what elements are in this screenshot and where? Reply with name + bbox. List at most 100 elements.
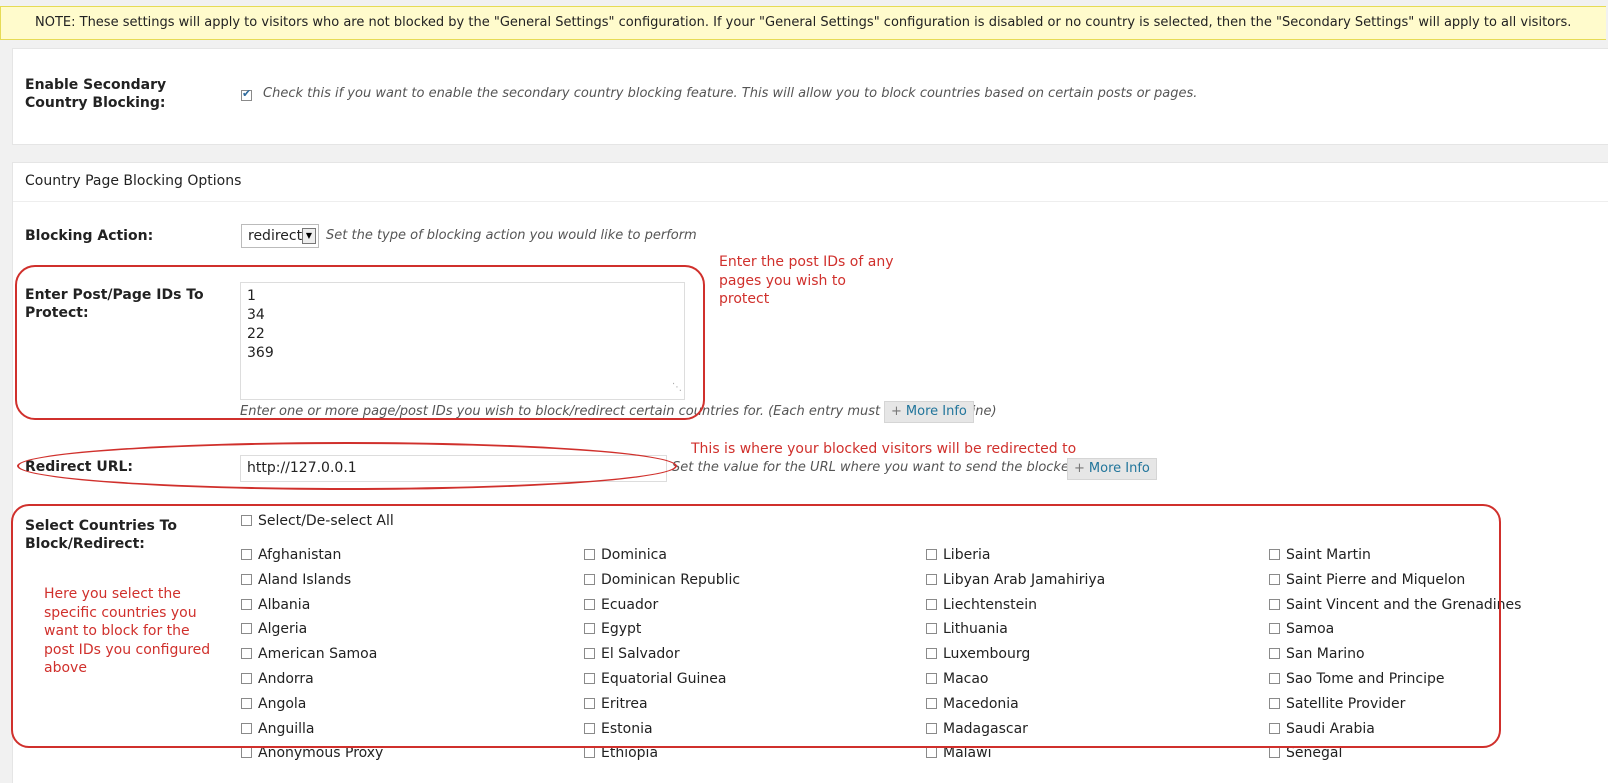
- country-checkbox[interactable]: [1269, 723, 1280, 734]
- country-checkbox[interactable]: [241, 673, 252, 684]
- country-checkbox[interactable]: [241, 623, 252, 634]
- country-label: Dominican Republic: [601, 572, 741, 588]
- country-checkbox[interactable]: [584, 648, 595, 659]
- country-option[interactable]: Eritrea: [584, 695, 648, 713]
- country-option[interactable]: Ecuador: [584, 596, 658, 614]
- country-option[interactable]: Samoa: [1269, 620, 1334, 638]
- country-checkbox[interactable]: [926, 747, 937, 758]
- country-label: Luxembourg: [943, 646, 1031, 662]
- country-checkbox[interactable]: [241, 648, 252, 659]
- country-option[interactable]: Luxembourg: [926, 645, 1030, 663]
- country-option[interactable]: Equatorial Guinea: [584, 670, 726, 688]
- country-checkbox[interactable]: [241, 549, 252, 560]
- country-checkbox[interactable]: [1269, 648, 1280, 659]
- country-label: Macao: [943, 671, 989, 687]
- country-option[interactable]: Macedonia: [926, 695, 1019, 713]
- redirect-url-input[interactable]: http://127.0.0.1: [240, 455, 667, 482]
- country-checkbox[interactable]: [584, 747, 595, 758]
- select-all-toggle[interactable]: Select/De-select All: [241, 512, 394, 530]
- country-option[interactable]: Afghanistan: [241, 546, 341, 564]
- country-option[interactable]: Ethiopia: [584, 744, 658, 762]
- country-option[interactable]: Albania: [241, 596, 310, 614]
- country-option[interactable]: Egypt: [584, 620, 641, 638]
- country-option[interactable]: Sao Tome and Principe: [1269, 670, 1445, 688]
- country-checkbox[interactable]: [926, 648, 937, 659]
- country-checkbox[interactable]: [1269, 599, 1280, 610]
- country-option[interactable]: Anonymous Proxy: [241, 744, 383, 762]
- country-checkbox[interactable]: [584, 673, 595, 684]
- country-option[interactable]: American Samoa: [241, 645, 377, 663]
- country-checkbox[interactable]: [926, 673, 937, 684]
- country-option[interactable]: Saint Vincent and the Grenadines: [1269, 596, 1521, 614]
- country-checkbox[interactable]: [1269, 549, 1280, 560]
- country-checkbox[interactable]: [584, 698, 595, 709]
- country-label: Malawi: [943, 745, 992, 761]
- blocking-action-select[interactable]: redirect ▼: [241, 224, 319, 248]
- country-label: Anguilla: [258, 721, 315, 737]
- country-option[interactable]: Angola: [241, 695, 306, 713]
- country-label: Madagascar: [943, 721, 1028, 737]
- country-checkbox[interactable]: [926, 599, 937, 610]
- country-checkbox[interactable]: [926, 723, 937, 734]
- notice-banner: NOTE: These settings will apply to visit…: [0, 6, 1606, 40]
- country-label: Macedonia: [943, 696, 1019, 712]
- country-option[interactable]: Algeria: [241, 620, 307, 638]
- country-checkbox[interactable]: [241, 747, 252, 758]
- country-option[interactable]: Andorra: [241, 670, 314, 688]
- country-checkbox[interactable]: [584, 723, 595, 734]
- country-option[interactable]: Malawi: [926, 744, 991, 762]
- select-all-checkbox[interactable]: [241, 515, 252, 526]
- country-option[interactable]: San Marino: [1269, 645, 1365, 663]
- country-checkbox[interactable]: [1269, 698, 1280, 709]
- country-option[interactable]: Satellite Provider: [1269, 695, 1405, 713]
- country-checkbox[interactable]: [1269, 747, 1280, 758]
- country-option[interactable]: Saint Martin: [1269, 546, 1371, 564]
- country-checkbox[interactable]: [584, 549, 595, 560]
- enable-secondary-checkbox[interactable]: [241, 87, 252, 101]
- country-checkbox[interactable]: [241, 574, 252, 585]
- country-option[interactable]: El Salvador: [584, 645, 680, 663]
- country-option[interactable]: Saint Pierre and Miquelon: [1269, 571, 1465, 589]
- country-label: Saudi Arabia: [1286, 721, 1375, 737]
- country-option[interactable]: Estonia: [584, 720, 653, 738]
- country-option[interactable]: Liberia: [926, 546, 990, 564]
- blocking-action-value: redirect: [248, 228, 303, 244]
- post-ids-more-info-button[interactable]: + More Info: [884, 401, 974, 423]
- country-checkbox[interactable]: [926, 549, 937, 560]
- country-option[interactable]: Aland Islands: [241, 571, 351, 589]
- country-checkbox[interactable]: [1269, 623, 1280, 634]
- country-checkbox[interactable]: [926, 623, 937, 634]
- country-label: Eritrea: [601, 696, 648, 712]
- country-option[interactable]: Senegal: [1269, 744, 1342, 762]
- redirect-more-info-button[interactable]: + More Info: [1067, 458, 1157, 480]
- more-info-label: More Info: [905, 404, 967, 419]
- resize-handle-icon[interactable]: ⋱: [672, 378, 682, 397]
- select-countries-label: Select Countries To Block/Redirect:: [25, 518, 177, 552]
- country-checkbox[interactable]: [241, 698, 252, 709]
- country-checkbox[interactable]: [584, 599, 595, 610]
- post-ids-label: Enter Post/Page IDs To Protect:: [25, 287, 204, 321]
- country-checkbox[interactable]: [584, 623, 595, 634]
- post-ids-textarea[interactable]: 1 34 22 369 ⋱: [240, 282, 685, 400]
- blocking-action-label: Blocking Action:: [25, 228, 154, 244]
- country-option[interactable]: Saudi Arabia: [1269, 720, 1375, 738]
- country-checkbox[interactable]: [1269, 673, 1280, 684]
- country-checkbox[interactable]: [1269, 574, 1280, 585]
- country-option[interactable]: Libyan Arab Jamahiriya: [926, 571, 1105, 589]
- country-checkbox[interactable]: [241, 723, 252, 734]
- country-option[interactable]: Macao: [926, 670, 989, 688]
- country-option[interactable]: Lithuania: [926, 620, 1008, 638]
- country-option[interactable]: Dominica: [584, 546, 667, 564]
- country-label: Samoa: [1286, 621, 1335, 637]
- post-id-line: 369: [247, 345, 274, 361]
- dropdown-arrow-icon[interactable]: ▼: [302, 228, 316, 244]
- country-checkbox[interactable]: [584, 574, 595, 585]
- country-checkbox[interactable]: [926, 698, 937, 709]
- country-checkbox[interactable]: [241, 599, 252, 610]
- country-option[interactable]: Liechtenstein: [926, 596, 1037, 614]
- country-label: Lithuania: [943, 621, 1008, 637]
- country-option[interactable]: Madagascar: [926, 720, 1028, 738]
- country-option[interactable]: Dominican Republic: [584, 571, 740, 589]
- country-option[interactable]: Anguilla: [241, 720, 314, 738]
- country-checkbox[interactable]: [926, 574, 937, 585]
